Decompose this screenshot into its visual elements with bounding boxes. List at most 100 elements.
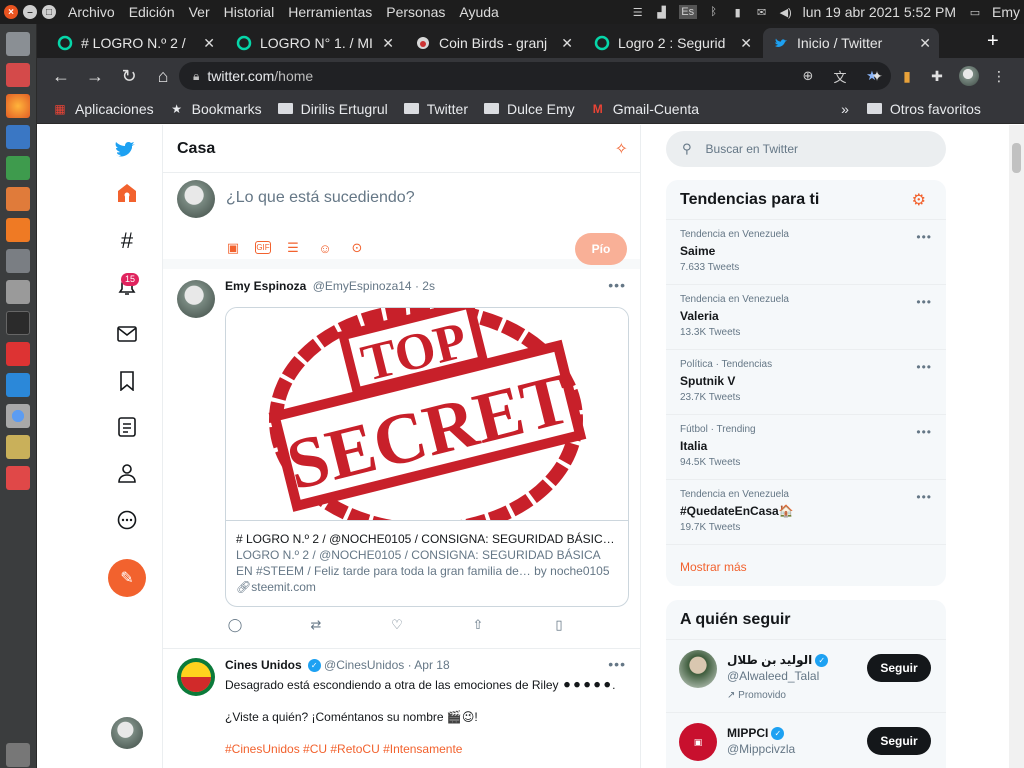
window-minimize-button[interactable]: – (23, 5, 37, 19)
bookmark-gmail[interactable]: M Gmail-Cuenta (591, 101, 699, 117)
trend-more-icon[interactable]: ••• (916, 295, 932, 309)
profile-person-icon[interactable] (115, 461, 139, 485)
tray-menu-icon[interactable]: ☰ (631, 5, 645, 19)
menu-ver[interactable]: Ver (189, 0, 210, 24)
firefox-icon[interactable] (6, 94, 30, 118)
impress-app-icon[interactable] (6, 187, 30, 211)
software-center-icon[interactable] (6, 218, 30, 242)
tab-close-icon[interactable]: ✕ (382, 35, 394, 52)
volume-icon[interactable]: ◀) (779, 5, 793, 19)
page-scrollbar[interactable] (1009, 125, 1024, 768)
home-button[interactable]: ⌂ (151, 64, 175, 88)
bluetooth-icon[interactable]: ᛒ (707, 5, 721, 19)
reply-icon[interactable]: ◯ (225, 615, 245, 635)
trend-item[interactable]: Tendencia en Venezuela #QuedateEnCasa🏠 1… (666, 480, 946, 545)
trend-more-icon[interactable]: ••• (916, 230, 932, 244)
trash-icon[interactable] (6, 743, 30, 767)
address-bar[interactable]: 🔒︎ twitter.com/home ⊕ 文 ★ (179, 62, 891, 90)
tab-close-icon[interactable]: ✕ (203, 35, 215, 52)
reload-button[interactable]: ↻ (117, 64, 141, 88)
tweet-handle[interactable]: @EmyEspinoza14 (313, 279, 412, 293)
menu-historial[interactable]: Historial (224, 0, 275, 24)
trend-item[interactable]: Política · Tendencias Sputnik V 23.7K Tw… (666, 350, 946, 415)
tweet-hashtags[interactable]: #CinesUnidos #CU #RetoCU #Intensamente (225, 741, 615, 757)
twitter-logo-icon[interactable] (115, 137, 139, 161)
gif-icon[interactable]: GIF (255, 241, 271, 254)
bookmarks-overflow-button[interactable]: » (841, 101, 849, 117)
trend-more-icon[interactable]: ••• (916, 490, 932, 504)
clock[interactable]: lun 19 abr 2021 5:52 PM (803, 4, 956, 20)
menu-herramientas[interactable]: Herramientas (288, 0, 372, 24)
mail-icon[interactable]: ✉ (755, 5, 769, 19)
account-avatar[interactable] (111, 717, 143, 749)
link-card[interactable]: TOP SECRET # LOGRO N.º 2 / @NOCHE0105 / … (225, 307, 629, 607)
translate-icon[interactable]: 文 (831, 67, 849, 85)
network-app-icon[interactable] (6, 373, 30, 397)
settings-tools-icon[interactable] (6, 249, 30, 273)
follow-name[interactable]: MIPPCI ✓ (727, 726, 785, 741)
settings-gear-icon[interactable]: ⚙ (912, 190, 926, 210)
show-more-link[interactable]: Mostrar más (666, 545, 946, 586)
extension-ninja-icon[interactable]: ✦ (865, 64, 889, 88)
more-options-icon[interactable] (115, 508, 139, 532)
emoji-icon[interactable]: ☺ (315, 238, 335, 258)
forward-button[interactable]: → (83, 64, 107, 88)
explore-hashtag-icon[interactable]: # (115, 228, 139, 253)
home-icon[interactable] (115, 181, 139, 205)
calculator-icon[interactable] (6, 280, 30, 304)
search-input[interactable]: Buscar en Twitter (706, 142, 798, 156)
tab-logro-1[interactable]: LOGRO N° 1. / MI ✕ (226, 28, 402, 58)
tweet-cines-unidos[interactable]: Cines Unidos ✓ @CinesUnidos · Apr 18 ••• … (163, 649, 640, 768)
archive-app-icon[interactable] (6, 435, 30, 459)
tweet-author-name[interactable]: Emy Espinoza (225, 279, 306, 293)
menu-edicion[interactable]: Edición (129, 0, 175, 24)
menu-personas[interactable]: Personas (386, 0, 445, 24)
like-heart-icon[interactable]: ♡ (387, 615, 407, 635)
scrollbar-thumb[interactable] (1012, 143, 1021, 173)
bookmark-twitter[interactable]: Twitter (403, 101, 468, 117)
tweet-avatar[interactable] (177, 280, 215, 318)
follow-handle[interactable]: @Mippcivzla (727, 742, 795, 756)
back-button[interactable]: ← (49, 64, 73, 88)
writer-app-icon[interactable] (6, 125, 30, 149)
share-icon[interactable]: ⇧ (468, 615, 488, 635)
window-maximize-button[interactable]: □ (42, 5, 56, 19)
follow-avatar[interactable] (679, 650, 717, 688)
dash-icon[interactable] (6, 32, 30, 56)
bookmarks-nav-icon[interactable] (115, 369, 139, 393)
search-box[interactable]: ⚲ Buscar en Twitter (666, 131, 946, 167)
lists-icon[interactable] (115, 415, 139, 439)
trend-item[interactable]: Tendencia en Venezuela Valeria 13.3K Twe… (666, 285, 946, 350)
tab-coin-birds[interactable]: Coin Birds - granj ✕ (405, 28, 581, 58)
trend-item[interactable]: Fútbol · Trending Italia 94.5K Tweets ••… (666, 415, 946, 480)
chrome-icon[interactable] (6, 404, 30, 428)
analytics-icon[interactable]: ▯ (549, 615, 569, 635)
follow-name[interactable]: الوليد بن طلال ✓ (727, 653, 829, 668)
profile-avatar-icon[interactable] (957, 64, 981, 88)
follow-handle[interactable]: @Alwaleed_Talal (727, 669, 819, 683)
signal-icon[interactable]: ▟ (655, 5, 669, 19)
trend-more-icon[interactable]: ••• (916, 360, 932, 374)
bookmark-bookmarks[interactable]: ★ Bookmarks (170, 101, 261, 117)
anydesk-icon[interactable] (6, 342, 30, 366)
tab-close-icon[interactable]: ✕ (740, 35, 752, 52)
menu-ayuda[interactable]: Ayuda (459, 0, 498, 24)
bookmark-dirilis[interactable]: Dirilis Ertugrul (277, 101, 388, 117)
compose-tweet-button[interactable]: ✎ (108, 559, 146, 597)
tweet-submit-button[interactable]: Pío (575, 233, 627, 265)
menu-archivo[interactable]: Archivo (68, 0, 115, 24)
poll-icon[interactable]: ☰ (283, 238, 303, 258)
tweet-more-icon[interactable]: ••• (608, 277, 626, 293)
composer-input[interactable]: ¿Lo que está sucediendo? (226, 189, 415, 207)
image-icon[interactable]: ▣ (223, 238, 243, 258)
extensions-puzzle-icon[interactable]: ✚ (925, 64, 949, 88)
terminal-icon[interactable] (6, 311, 30, 335)
sparkle-icon[interactable]: ✧ (615, 139, 628, 159)
user-name[interactable]: Emy (992, 4, 1020, 20)
media-app-icon[interactable] (6, 466, 30, 490)
window-close-button[interactable]: × (4, 5, 18, 19)
tweet-emy[interactable]: Emy Espinoza @EmyEspinoza14 · 2s ••• TOP… (163, 269, 640, 649)
monitor-icon[interactable]: ▭ (968, 5, 982, 19)
chrome-menu-icon[interactable]: ⋮ (987, 64, 1011, 88)
retweet-icon[interactable]: ⇄ (306, 615, 326, 635)
